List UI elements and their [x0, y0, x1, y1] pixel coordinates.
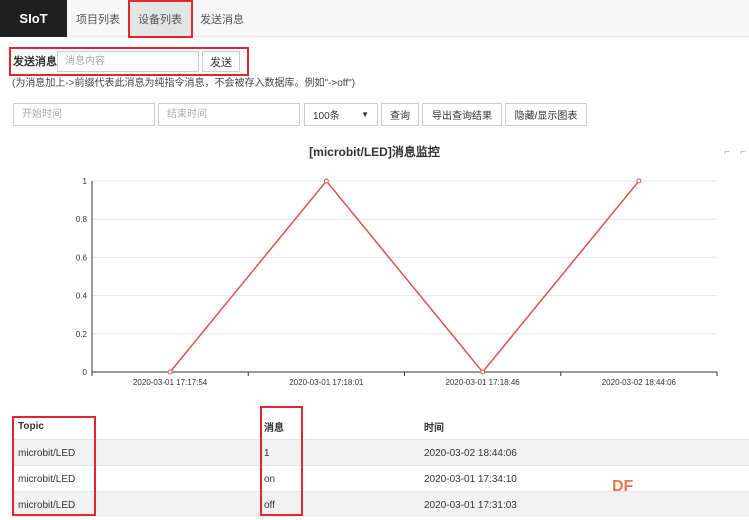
- cell-time: 2020-03-02 18:44:06: [424, 447, 517, 459]
- send-message-label: 发送消息: [13, 56, 57, 68]
- x-tick-label: 2020-03-02 18:44:06: [602, 378, 677, 387]
- nav-item-projects[interactable]: 项目列表: [67, 0, 129, 37]
- y-tick-label: 0.6: [76, 253, 88, 262]
- nav-item-devices[interactable]: 设备列表: [129, 0, 191, 37]
- top-nav: SIoT 项目列表 设备列表 发送消息: [0, 0, 749, 37]
- cell-time: 2020-03-01 17:31:03: [424, 499, 517, 511]
- table-row: microbit/LED 1 2020-03-02 18:44:06: [12, 439, 749, 465]
- send-hint-text: (为消息加上->前缀代表此消息为纯指令消息，不会被存入数据库。例如"->off"…: [12, 78, 356, 89]
- x-tick-label: 2020-03-01 17:17:54: [133, 378, 208, 387]
- message-content-input[interactable]: [57, 51, 199, 72]
- limit-select-value: 100条: [313, 111, 340, 122]
- header-time: 时间: [424, 422, 444, 434]
- y-tick-label: 1: [83, 177, 88, 186]
- brand-logo[interactable]: SIoT: [0, 0, 67, 37]
- data-point: [636, 178, 642, 184]
- line-chart: 0 0.2 0.4 0.6 0.8 1 2020-03-01 17:17:54 2020-03…: [76, 177, 718, 387]
- export-results-button[interactable]: 导出查询结果: [422, 103, 502, 126]
- data-point: [167, 369, 173, 375]
- end-time-input[interactable]: [158, 103, 300, 126]
- data-point: [323, 178, 329, 184]
- series-line: [169, 179, 640, 374]
- cell-time: 2020-03-01 17:34:10: [424, 473, 517, 485]
- cell-message: 1: [264, 447, 270, 459]
- cell-topic: microbit/LED: [18, 499, 76, 511]
- zoom-icon[interactable]: ⌐: [724, 147, 734, 158]
- watermark-logo: DF: [612, 478, 634, 495]
- toggle-chart-button[interactable]: 隐藏/显示图表: [505, 103, 587, 126]
- data-point: [480, 369, 486, 375]
- x-tick-label: 2020-03-01 17:18:46: [445, 378, 520, 387]
- x-tick-label: 2020-03-01 17:18:01: [289, 378, 364, 387]
- nav-item-send-message[interactable]: 发送消息: [191, 0, 253, 37]
- cell-message: on: [264, 473, 276, 485]
- table-header-row: Topic 消息 时间: [12, 413, 749, 439]
- search-button[interactable]: 查询: [381, 103, 419, 126]
- y-tick-label: 0.8: [76, 215, 88, 224]
- header-topic: Topic: [18, 420, 44, 432]
- chevron-down-icon: ▼: [361, 110, 369, 119]
- y-tick-label: 0: [83, 368, 88, 377]
- header-message: 消息: [264, 422, 284, 434]
- y-tick-label: 0.2: [76, 330, 88, 339]
- cell-message: off: [264, 499, 275, 511]
- send-button[interactable]: 发送: [202, 51, 240, 72]
- cell-topic: microbit/LED: [18, 447, 76, 459]
- cell-topic: microbit/LED: [18, 473, 76, 485]
- table-row: microbit/LED off 2020-03-01 17:31:03: [12, 491, 749, 517]
- restore-icon[interactable]: ⌐: [740, 147, 749, 158]
- table-row: microbit/LED on 2020-03-01 17:34:10: [12, 465, 749, 491]
- y-tick-label: 0.4: [76, 292, 88, 301]
- chart-title: [microbit/LED]消息监控: [309, 145, 440, 159]
- limit-select[interactable]: 100条 ▼: [304, 103, 378, 126]
- start-time-input[interactable]: [13, 103, 155, 126]
